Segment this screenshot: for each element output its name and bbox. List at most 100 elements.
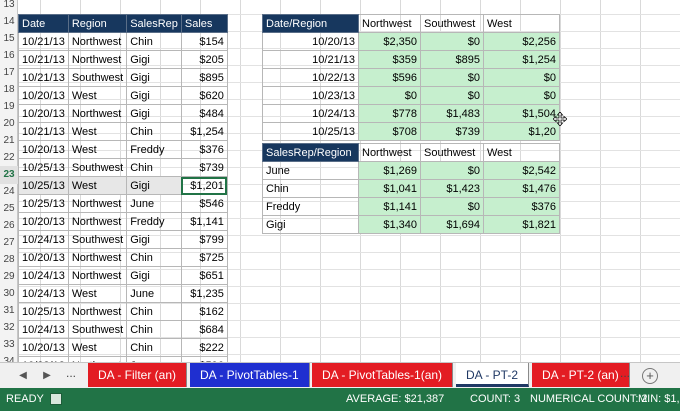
- table-cell[interactable]: 10/24/13: [262, 104, 359, 123]
- table-cell[interactable]: $799: [180, 230, 228, 249]
- header-northwest[interactable]: Northwest: [358, 14, 421, 33]
- table-cell[interactable]: $1,504: [483, 104, 560, 123]
- table-cell[interactable]: $725: [180, 248, 228, 267]
- table-cell[interactable]: $376: [483, 197, 560, 216]
- table-cell[interactable]: 10/20/13: [18, 86, 69, 105]
- table-cell[interactable]: 10/20/13: [18, 212, 69, 231]
- table-cell[interactable]: $1,201: [180, 176, 228, 195]
- table-cell[interactable]: June: [126, 194, 182, 213]
- row-number[interactable]: 32: [0, 319, 18, 337]
- table-cell[interactable]: $0: [483, 68, 560, 87]
- table-cell[interactable]: 10/22/13: [262, 68, 359, 87]
- table-cell[interactable]: Southwest: [67, 68, 128, 87]
- more-sheets-left[interactable]: ...: [66, 366, 76, 380]
- table-cell[interactable]: Gigi: [126, 104, 182, 123]
- sheet-tab-pivottables-1-an[interactable]: DA - PivotTables-1(an): [312, 363, 454, 387]
- table-cell[interactable]: Freddy: [126, 212, 182, 231]
- table-cell[interactable]: 10/23/13: [262, 86, 359, 105]
- header-west[interactable]: West: [483, 143, 560, 162]
- table-cell[interactable]: 10/21/13: [18, 32, 69, 51]
- row-number[interactable]: 22: [0, 149, 18, 167]
- table-cell[interactable]: Southwest: [67, 230, 128, 249]
- table-cell[interactable]: $1,821: [483, 215, 560, 234]
- table-cell[interactable]: $651: [180, 266, 228, 285]
- table-cell[interactable]: Northwest: [67, 50, 128, 69]
- row-number[interactable]: 20: [0, 115, 18, 133]
- table-cell[interactable]: $2,256: [483, 32, 560, 51]
- table-cell[interactable]: West: [67, 338, 128, 357]
- table-cell[interactable]: June: [262, 161, 359, 180]
- row-number[interactable]: 23: [0, 166, 18, 184]
- sheet-tab-filter-an[interactable]: DA - Filter (an): [88, 363, 188, 387]
- table-cell[interactable]: $0: [420, 161, 484, 180]
- table-cell[interactable]: Gigi: [126, 230, 182, 249]
- prev-sheet-icon[interactable]: ◀: [16, 368, 30, 384]
- table-cell[interactable]: $1,254: [180, 122, 228, 141]
- table-cell[interactable]: 10/20/13: [18, 104, 69, 123]
- table-cell[interactable]: $0: [358, 86, 421, 105]
- table-cell[interactable]: $739: [420, 122, 484, 141]
- table-cell[interactable]: $708: [358, 122, 421, 141]
- row-number[interactable]: 30: [0, 285, 18, 303]
- table-cell[interactable]: Northwest: [67, 32, 128, 51]
- table-cell[interactable]: West: [67, 176, 128, 195]
- header-southwest[interactable]: Southwest: [420, 143, 484, 162]
- table-cell[interactable]: 10/24/13: [18, 266, 69, 285]
- table-cell[interactable]: Northwest: [67, 194, 128, 213]
- table-cell[interactable]: $739: [180, 158, 228, 177]
- table-cell[interactable]: $1,141: [180, 212, 228, 231]
- row-number[interactable]: 31: [0, 302, 18, 320]
- table-cell[interactable]: West: [67, 122, 128, 141]
- table-cell[interactable]: 10/25/13: [18, 176, 69, 195]
- table-cell[interactable]: $1,041: [358, 179, 421, 198]
- table-cell[interactable]: $1,423: [420, 179, 484, 198]
- table-cell[interactable]: $0: [420, 32, 484, 51]
- table-cell[interactable]: 10/21/13: [18, 122, 69, 141]
- row-header-column[interactable]: 13 14 15 16 17 18 19 20 21 22 23 24 25 26 27 28 29 30 31 32…: [0, 0, 18, 367]
- table-cell[interactable]: West: [67, 86, 128, 105]
- worksheet-grid[interactable]: 13 14 15 16 17 18 19 20 21 22 23 24 25 26 27 28 29 30 31 32…: [0, 0, 680, 411]
- table-cell[interactable]: $546: [180, 194, 228, 213]
- table-cell[interactable]: 10/25/13: [18, 194, 69, 213]
- table-cell[interactable]: Gigi: [126, 50, 182, 69]
- table-cell[interactable]: $778: [358, 104, 421, 123]
- table-cell[interactable]: Freddy: [126, 140, 182, 159]
- table-cell[interactable]: Chin: [126, 320, 182, 339]
- row-number[interactable]: 14: [0, 13, 18, 31]
- table-cell[interactable]: Chin: [126, 122, 182, 141]
- sheet-tab-pivottables-1[interactable]: DA - PivotTables-1: [190, 363, 310, 387]
- table-cell[interactable]: Chin: [126, 248, 182, 267]
- header-date-region[interactable]: Date/Region: [262, 14, 359, 33]
- table-cell[interactable]: 10/21/13: [18, 68, 69, 87]
- table-cell[interactable]: $895: [420, 50, 484, 69]
- table-cell[interactable]: 10/20/13: [18, 248, 69, 267]
- table-cell[interactable]: 10/21/13: [262, 50, 359, 69]
- row-number[interactable]: 24: [0, 183, 18, 201]
- row-number[interactable]: 26: [0, 217, 18, 235]
- header-sales[interactable]: Sales: [180, 14, 228, 33]
- sheet-tab-pt-2-an[interactable]: DA - PT-2 (an): [532, 363, 630, 387]
- table-cell[interactable]: $2,542: [483, 161, 560, 180]
- row-number[interactable]: 33: [0, 336, 18, 354]
- table-cell[interactable]: $162: [180, 302, 228, 321]
- table-cell[interactable]: Gigi: [126, 266, 182, 285]
- table-cell[interactable]: $484: [180, 104, 228, 123]
- table-cell[interactable]: Chin: [126, 158, 182, 177]
- table-cell[interactable]: $596: [358, 68, 421, 87]
- table-cell[interactable]: $1,269: [358, 161, 421, 180]
- table-cell[interactable]: Gigi: [126, 86, 182, 105]
- table-cell[interactable]: Northwest: [67, 212, 128, 231]
- table-cell[interactable]: $359: [358, 50, 421, 69]
- row-number[interactable]: 29: [0, 268, 18, 286]
- header-west[interactable]: West: [483, 14, 560, 33]
- table-cell[interactable]: 10/25/13: [18, 302, 69, 321]
- table-cell[interactable]: Chin: [126, 338, 182, 357]
- table-cell[interactable]: Gigi: [126, 68, 182, 87]
- table-cell[interactable]: Northwest: [67, 302, 128, 321]
- row-number[interactable]: 13: [0, 0, 18, 14]
- header-southwest[interactable]: Southwest: [420, 14, 484, 33]
- table-cell[interactable]: Northwest: [67, 266, 128, 285]
- header-salesrep[interactable]: SalesRep: [126, 14, 182, 33]
- table-cell[interactable]: West: [67, 284, 128, 303]
- table-cell[interactable]: 10/20/13: [18, 338, 69, 357]
